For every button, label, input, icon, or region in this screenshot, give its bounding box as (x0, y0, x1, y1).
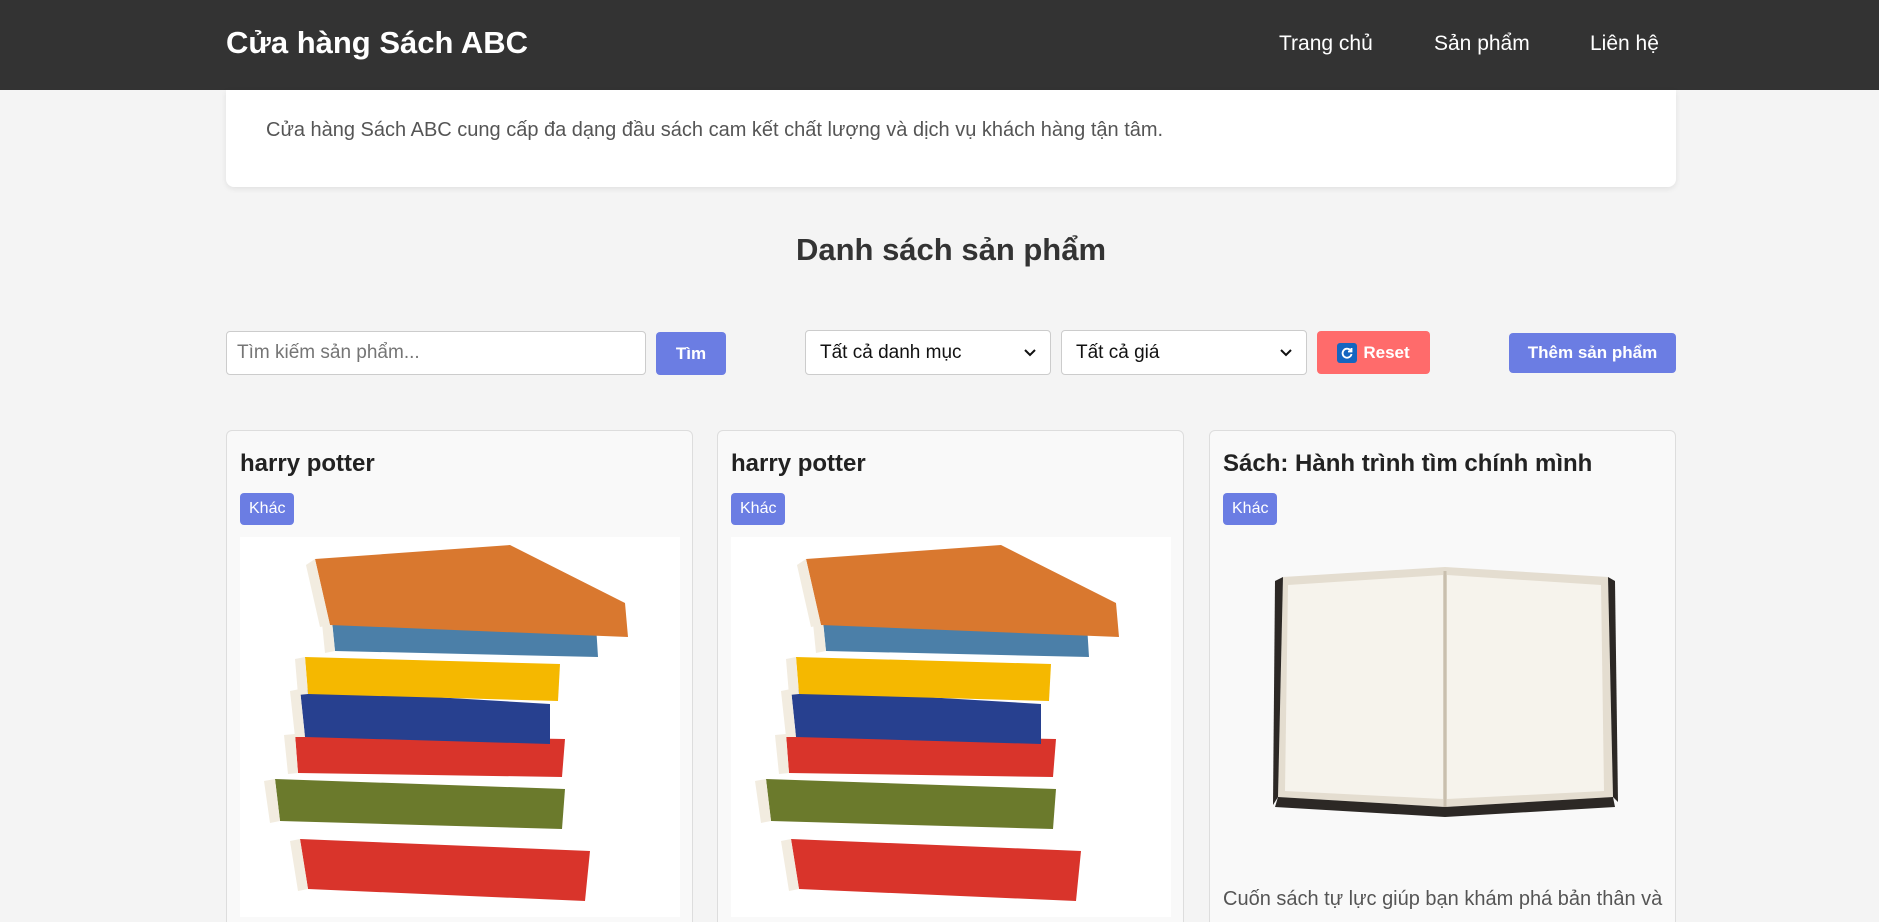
product-card[interactable]: harry potter Khác (717, 430, 1184, 922)
category-select[interactable]: Tất cả danh mục (805, 330, 1051, 375)
category-badge: Khác (731, 493, 786, 525)
intro-text: Cửa hàng Sách ABC cung cấp đa dạng đầu s… (266, 119, 1164, 141)
chevron-down-icon (1280, 348, 1292, 356)
category-badge: Khác (1223, 493, 1278, 525)
product-card[interactable]: harry potter Khác (226, 430, 693, 922)
reset-button-label: Reset (1363, 342, 1410, 362)
category-badge: Khác (240, 493, 295, 525)
intro-panel: Cửa hàng Sách ABC cung cấp đa dạng đầu s… (226, 90, 1676, 187)
nav-contact[interactable]: Liên hệ (1590, 32, 1659, 56)
site-header: Cửa hàng Sách ABC Trang chủ Sản phẩm Liê… (0, 0, 1879, 90)
products-heading: Danh sách sản phẩm (795, 232, 1107, 267)
book-stack-image (264, 545, 628, 901)
product-card[interactable]: Sách: Hành trình tìm chính mình Khác Cuố… (1209, 430, 1676, 922)
product-title: harry potter (240, 450, 375, 477)
product-image (1223, 537, 1663, 867)
search-button[interactable]: Tìm (656, 332, 726, 375)
nav-products[interactable]: Sản phẩm (1434, 32, 1530, 56)
category-select-value: Tất cả danh mục (820, 341, 962, 363)
add-product-button[interactable]: Thêm sản phẩm (1509, 333, 1676, 373)
search-input[interactable] (226, 331, 646, 375)
reset-button[interactable]: Reset (1317, 331, 1430, 374)
product-description: Cuốn sách tự lực giúp bạn khám phá bản t… (1223, 888, 1663, 910)
price-select[interactable]: Tất cả giá (1061, 330, 1307, 375)
product-title: harry potter (731, 450, 866, 477)
price-select-value: Tất cả giá (1076, 341, 1160, 363)
product-title: Sách: Hành trình tìm chính mình (1223, 450, 1593, 477)
refresh-icon (1337, 342, 1358, 363)
chevron-down-icon (1024, 348, 1036, 356)
site-brand[interactable]: Cửa hàng Sách ABC (226, 25, 528, 61)
product-image (731, 537, 1171, 917)
book-stack-image (755, 545, 1119, 901)
product-image (240, 537, 680, 917)
open-book-image (1273, 567, 1618, 817)
nav-home[interactable]: Trang chủ (1279, 32, 1373, 56)
